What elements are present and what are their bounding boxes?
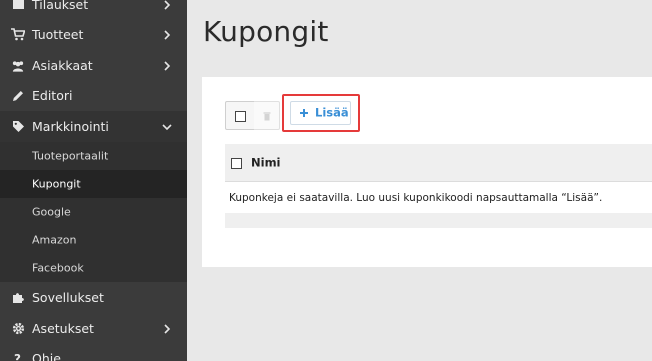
submenu-item-facebook[interactable]: Facebook [0,254,187,282]
chevron-down-icon [162,123,172,130]
add-button-label: Lisää [315,105,349,120]
sidebar-item-orders[interactable]: Tilaukset [0,0,187,20]
checkbox-icon [235,111,246,122]
help-icon: ? [11,352,25,361]
cart-icon [11,28,25,42]
page-title: Kupongit [203,15,329,48]
puzzle-icon [11,291,25,305]
sidebar-item-label: Editori [32,87,73,103]
column-header-name[interactable]: Nimi [251,155,281,169]
sidebar-item-label: Asetukset [32,320,94,336]
table-header: Nimi [225,144,652,182]
add-coupon-button[interactable]: Lisää [290,101,351,125]
sidebar-item-customers[interactable]: Asiakkaat [0,50,187,81]
sidebar-item-label: Markkinointi [32,118,109,134]
sidebar-item-label: Tuotteet [32,26,84,42]
sidebar-item-label: Asiakkaat [32,57,93,73]
chevron-right-icon [164,60,171,71]
sidebar-item-settings[interactable]: Asetukset [0,313,187,344]
submenu-item-amazon[interactable]: Amazon [0,226,187,254]
submenu-item-coupons[interactable]: Kupongit [0,170,187,198]
submenu-item-label: Google [32,205,71,219]
submenu-item-label: Kupongit [32,177,81,191]
delete-button[interactable] [254,101,280,130]
header-checkbox[interactable] [231,158,242,169]
gear-icon [11,322,25,336]
sidebar-item-editor[interactable]: Editori [0,80,187,111]
coupons-panel: Lisää Nimi Kuponkeja ei saatavilla. Luo … [202,77,652,267]
chevron-right-icon [164,29,171,40]
submenu-item-product-portals[interactable]: Tuoteportaalit [0,142,187,170]
submenu-item-label: Tuoteportaalit [32,149,109,163]
submenu-item-google[interactable]: Google [0,198,187,226]
main-content: Kupongit Lisää Nimi Kuponkeja ei saatavi… [187,0,652,361]
add-button-highlight: Lisää [282,94,360,132]
sidebar: Tilaukset Tuotteet Asiakkaat Editori Mar… [0,0,187,361]
sidebar-item-label: Sovellukset [32,289,104,305]
sidebar-item-label: Ohje [32,350,61,361]
select-all-button[interactable] [225,101,255,130]
sidebar-item-apps[interactable]: Sovellukset [0,282,187,313]
pencil-icon [11,89,25,103]
sidebar-item-marketing[interactable]: Markkinointi [0,111,187,142]
submenu-item-label: Amazon [32,233,77,247]
empty-state-message: Kuponkeja ei saatavilla. Luo uusi kuponk… [229,192,603,204]
tag-icon [11,120,25,134]
submenu-item-label: Facebook [32,261,84,275]
users-icon [11,59,25,73]
sidebar-item-products[interactable]: Tuotteet [0,19,187,50]
svg-text:?: ? [14,352,21,361]
orders-icon [11,0,25,12]
sidebar-item-label: Tilaukset [32,0,89,12]
plus-icon [300,109,308,117]
table-footer [225,213,652,228]
trash-icon [263,112,270,120]
empty-state-row: Kuponkeja ei saatavilla. Luo uusi kuponk… [225,183,652,213]
chevron-right-icon [164,0,171,10]
chevron-right-icon [164,323,171,334]
sidebar-item-help[interactable]: ? Ohje [0,343,187,361]
